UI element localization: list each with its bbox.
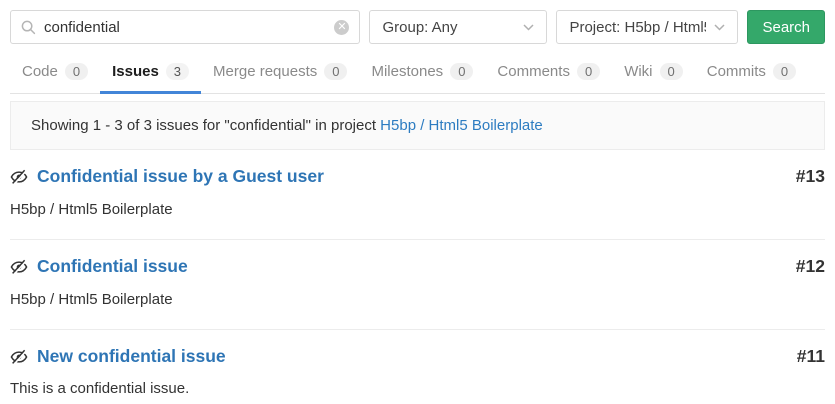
search-input[interactable] (44, 19, 334, 36)
tab-comments[interactable]: Comments 0 (485, 54, 612, 94)
tab-count-badge: 0 (65, 63, 88, 80)
issue-result-row: Confidential issue by a Guest user #13 H… (10, 150, 825, 240)
confidential-eye-slash-icon (10, 168, 28, 186)
issue-project-name: H5bp / Html5 Boilerplate (10, 291, 825, 308)
project-filter-dropdown[interactable]: Project: H5bp / Html5 ... (556, 10, 738, 44)
tab-count-badge: 0 (450, 63, 473, 80)
tab-label: Wiki (624, 63, 652, 80)
tab-label: Commits (707, 63, 766, 80)
confidential-eye-slash-icon (10, 258, 28, 276)
search-box[interactable]: ✕ (10, 10, 360, 44)
tab-label: Merge requests (213, 63, 317, 80)
tab-merge-requests[interactable]: Merge requests 0 (201, 54, 359, 94)
search-icon (21, 20, 36, 35)
summary-project-link[interactable]: H5bp / Html5 Boilerplate (380, 117, 543, 134)
results-summary-text: Showing 1 - 3 of 3 issues for "confident… (31, 117, 376, 134)
group-filter-dropdown[interactable]: Group: Any (369, 10, 547, 44)
issue-title-link[interactable]: Confidential issue by a Guest user (37, 166, 324, 187)
chevron-down-icon (523, 24, 534, 31)
tab-count-badge: 3 (166, 63, 189, 80)
tab-wiki[interactable]: Wiki 0 (612, 54, 695, 94)
issue-id: #11 (797, 346, 825, 367)
issue-title-link[interactable]: Confidential issue (37, 256, 188, 277)
issue-project-name: H5bp / Html5 Boilerplate (10, 201, 825, 218)
search-results-list: Confidential issue by a Guest user #13 H… (10, 150, 825, 404)
search-scope-tabs: Code 0 Issues 3 Merge requests 0 Milesto… (10, 54, 825, 94)
tab-label: Code (22, 63, 58, 80)
tab-count-badge: 0 (773, 63, 796, 80)
tab-label: Comments (497, 63, 570, 80)
search-button[interactable]: Search (747, 10, 825, 44)
issue-description: This is a confidential issue. (10, 380, 825, 397)
issue-id: #13 (796, 166, 825, 187)
project-filter-label: Project: H5bp / Html5 ... (569, 19, 706, 36)
tab-count-badge: 0 (660, 63, 683, 80)
issue-result-row: New confidential issue #11 This is a con… (10, 330, 825, 404)
tab-milestones[interactable]: Milestones 0 (359, 54, 485, 94)
tab-commits[interactable]: Commits 0 (695, 54, 808, 94)
tab-count-badge: 0 (324, 63, 347, 80)
tab-count-badge: 0 (577, 63, 600, 80)
tab-issues[interactable]: Issues 3 (100, 54, 201, 94)
tab-label: Milestones (371, 63, 443, 80)
issue-id: #12 (796, 256, 825, 277)
chevron-down-icon (714, 24, 725, 31)
issue-title-link[interactable]: New confidential issue (37, 346, 226, 367)
search-toolbar: ✕ Group: Any Project: H5bp / Html5 ... S… (0, 0, 835, 54)
confidential-eye-slash-icon (10, 348, 28, 366)
tab-label: Issues (112, 63, 159, 80)
tab-code[interactable]: Code 0 (10, 54, 100, 94)
issue-result-row: Confidential issue #12 H5bp / Html5 Boil… (10, 240, 825, 330)
group-filter-label: Group: Any (382, 19, 457, 36)
results-summary-bar: Showing 1 - 3 of 3 issues for "confident… (10, 101, 825, 150)
clear-search-icon[interactable]: ✕ (334, 20, 349, 35)
